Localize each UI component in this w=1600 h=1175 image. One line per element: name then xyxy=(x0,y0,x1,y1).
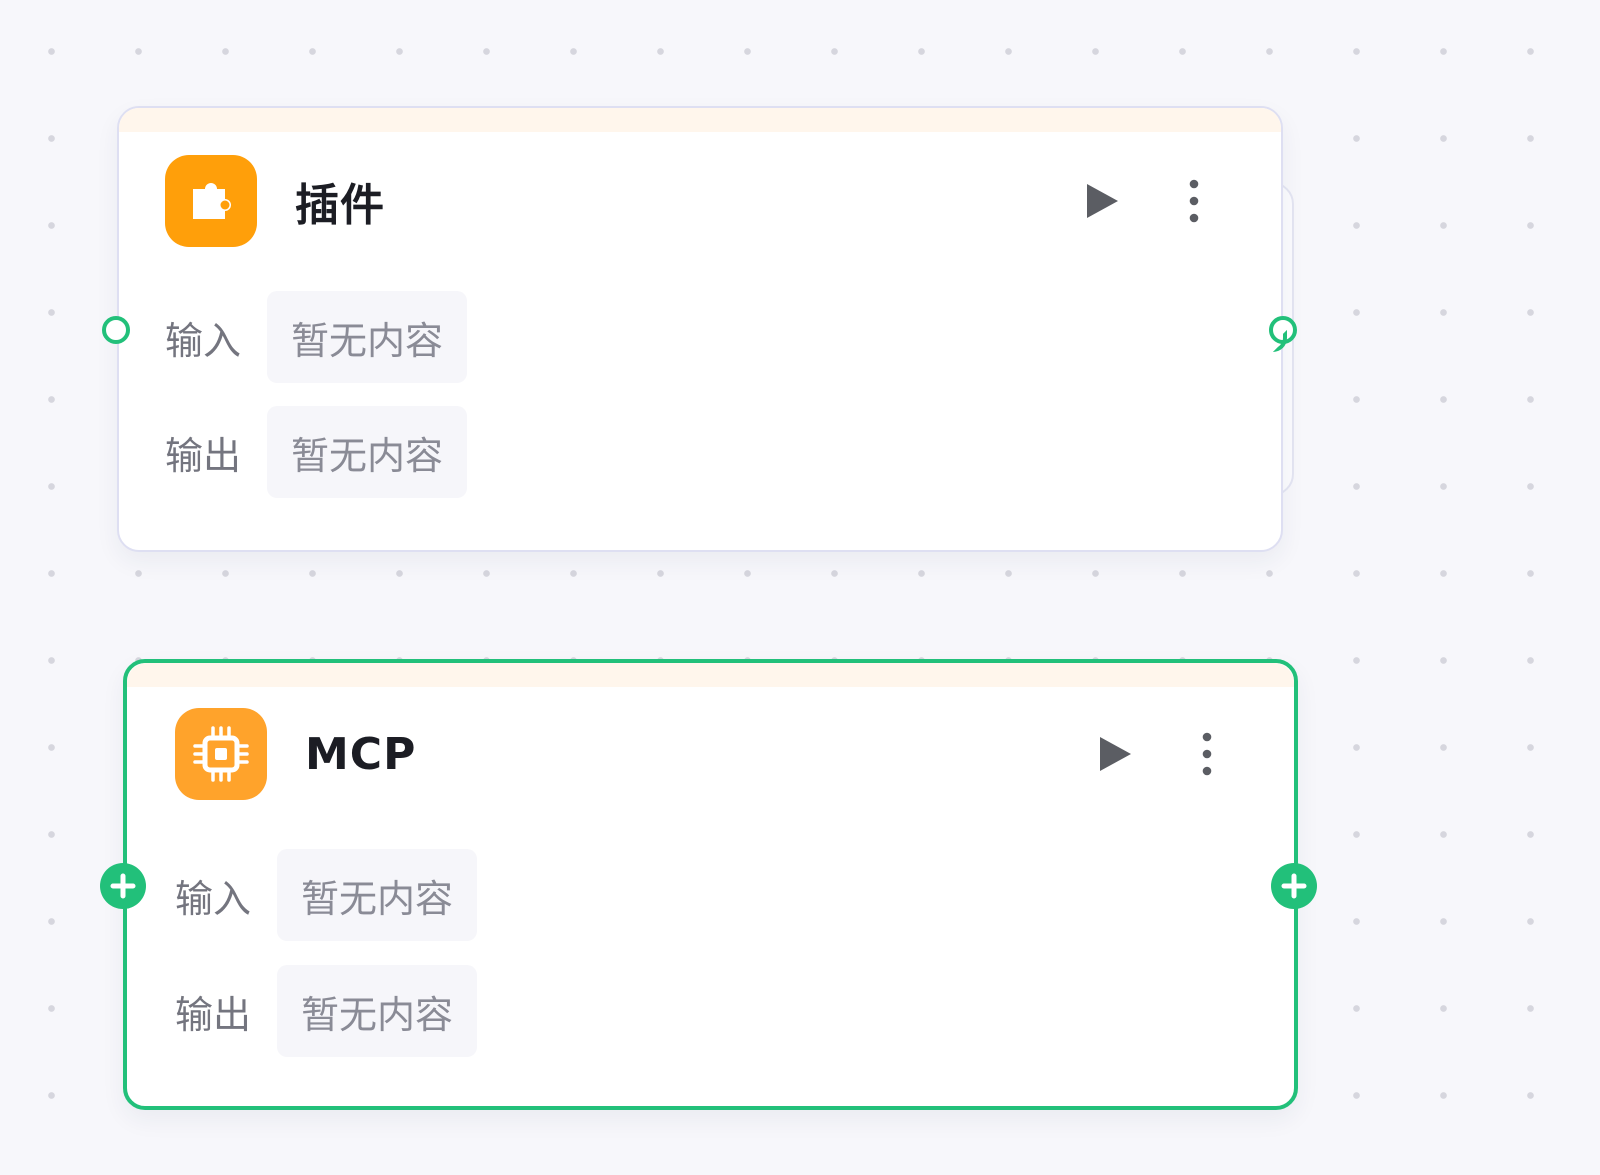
node-header: MCP xyxy=(175,708,1248,800)
output-label: 输出 xyxy=(165,433,242,478)
mcp-node[interactable]: MCP 输入 暂无内容 输出 暂无内容 xyxy=(100,659,1317,1110)
output-value[interactable]: 暂无内容 xyxy=(267,406,468,498)
node-header-strip xyxy=(119,108,1281,132)
output-row: 输出 暂无内容 xyxy=(165,406,468,498)
node-actions xyxy=(1079,178,1217,224)
input-port[interactable] xyxy=(102,316,130,344)
play-icon[interactable] xyxy=(1079,178,1125,224)
node-actions xyxy=(1092,731,1230,777)
node-header: 插件 xyxy=(165,155,1235,247)
input-row: 输入 暂无内容 xyxy=(175,849,478,941)
cpu-chip-icon xyxy=(175,708,267,800)
add-input-port-button[interactable] xyxy=(100,863,146,909)
input-value[interactable]: 暂无内容 xyxy=(277,849,478,941)
input-label: 输入 xyxy=(175,876,252,921)
more-vertical-icon[interactable] xyxy=(1184,731,1230,777)
puzzle-piece-icon xyxy=(165,155,257,247)
more-vertical-icon[interactable] xyxy=(1171,178,1217,224)
node-header-strip xyxy=(127,663,1294,687)
node-title: 插件 xyxy=(295,180,385,231)
output-label: 输出 xyxy=(175,992,252,1037)
add-output-port-button[interactable] xyxy=(1271,863,1317,909)
input-value[interactable]: 暂无内容 xyxy=(267,291,468,383)
plus-icon xyxy=(1281,873,1307,899)
plus-icon xyxy=(110,873,136,899)
plugin-node[interactable]: 插件 输入 暂无内容 输出 暂无内容 xyxy=(102,106,1297,552)
output-row: 输出 暂无内容 xyxy=(175,965,478,1057)
input-row: 输入 暂无内容 xyxy=(165,291,468,383)
play-icon[interactable] xyxy=(1092,731,1138,777)
output-value[interactable]: 暂无内容 xyxy=(277,965,478,1057)
node-title: MCP xyxy=(305,728,417,780)
input-label: 输入 xyxy=(165,318,242,363)
